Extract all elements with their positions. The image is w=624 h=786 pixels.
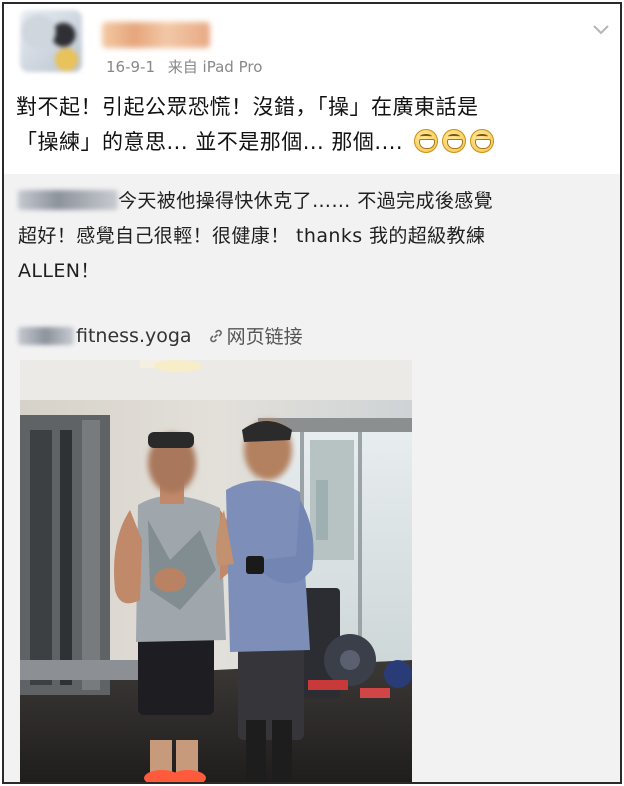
emoji-group — [414, 129, 495, 153]
quoted-text-line: 超好！感覺自己很輕！很健康！ thanks 我的超級教練 — [18, 225, 486, 247]
gym-photo-illustration — [20, 360, 412, 782]
author-name-blurred[interactable] — [102, 22, 210, 48]
web-link-label: 网页链接 — [226, 326, 303, 348]
post-text-line: 「操練」的意思... 並不是那個... 那個.... — [16, 130, 404, 154]
post-date: 16-9-1 — [106, 58, 155, 76]
avatar[interactable] — [20, 10, 82, 72]
grin-emoji-icon — [414, 129, 439, 153]
quoted-text-line: 今天被他操得快休克了…… 不過完成後感覺 — [118, 190, 494, 212]
post-header: 16-9-1 来自 iPad Pro — [4, 4, 620, 84]
grin-emoji-icon — [470, 129, 495, 153]
quoted-author-blurred[interactable] — [18, 190, 118, 210]
link-prefix-blurred — [18, 326, 74, 345]
mention-link[interactable]: fitness.yoga — [76, 325, 192, 347]
post-photo[interactable] — [20, 360, 412, 782]
post-source[interactable]: 来自 iPad Pro — [168, 58, 263, 76]
chevron-down-icon[interactable] — [590, 18, 612, 40]
quoted-line-1: 今天被他操得快休克了…… 不過完成後感覺 — [18, 184, 608, 219]
quoted-post-text: 今天被他操得快休克了…… 不過完成後感覺 超好！感覺自己很輕！很健康！ than… — [18, 184, 608, 289]
quoted-post[interactable]: 今天被他操得快休克了…… 不過完成後感覺 超好！感覺自己很輕！很健康！ than… — [4, 174, 620, 782]
post-meta: 16-9-1 来自 iPad Pro — [106, 56, 262, 77]
web-link[interactable]: 网页链接 — [208, 322, 303, 349]
grin-emoji-icon — [442, 129, 467, 153]
post-card: 16-9-1 来自 iPad Pro 對不起！引起公眾恐慌！沒錯，「操」在廣東話… — [2, 2, 622, 784]
link-row: fitness.yoga 网页链接 — [18, 322, 303, 349]
link-icon — [209, 329, 222, 342]
post-text-line-2: 「操練」的意思... 並不是那個... 那個.... — [16, 125, 612, 160]
post-text-line: 對不起！引起公眾恐慌！沒錯，「操」在廣東話是 — [16, 95, 479, 119]
post-body: 對不起！引起公眾恐慌！沒錯，「操」在廣東話是 「操練」的意思... 並不是那個.… — [16, 90, 612, 160]
quoted-text-line: ALLEN！ — [18, 260, 100, 282]
